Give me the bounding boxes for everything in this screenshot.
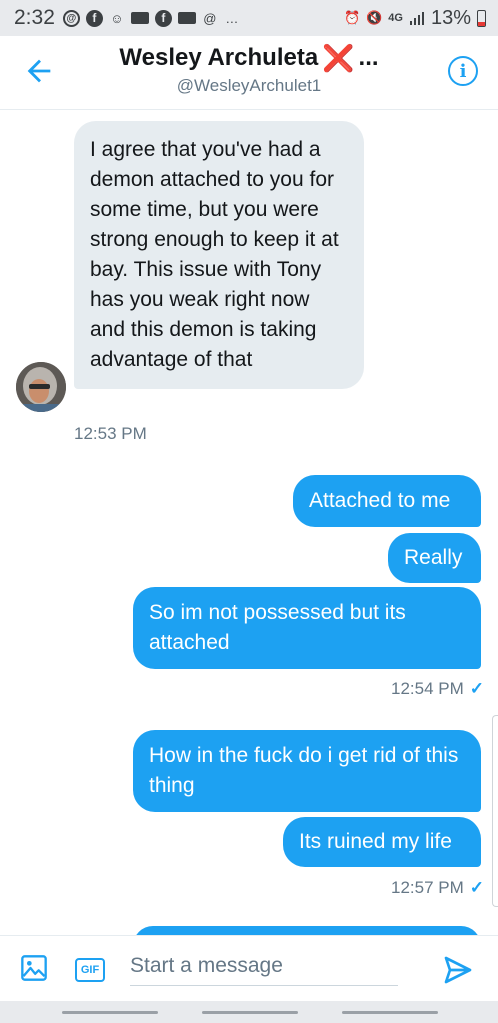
outgoing-timestamp: 12:54 PM ✓: [391, 679, 484, 699]
battery-icon: [477, 9, 486, 27]
more-notifications-icon: …: [225, 10, 239, 26]
message-input[interactable]: [130, 946, 398, 986]
message-composer: GIF: [0, 935, 498, 1001]
video-camera-icon-2: [177, 12, 196, 24]
conversation-title: Wesley Archuleta ❌ ...: [119, 44, 378, 72]
alarm-icon: ⏰: [344, 10, 361, 25]
info-icon[interactable]: i: [448, 56, 478, 86]
network-type: 4G: [388, 12, 403, 24]
image-icon[interactable]: [20, 954, 48, 982]
read-check-icon: ✓: [469, 679, 484, 698]
system-nav-bar: [0, 1001, 498, 1023]
status-bar: 2:32 @ f ☺ f @ … ⏰ 🔇 4G 13%: [0, 0, 498, 36]
video-camera-icon: [130, 12, 149, 24]
incoming-message[interactable]: I agree that you've had a demon attached…: [74, 121, 364, 389]
title-block[interactable]: Wesley Archuleta ❌ ... @WesleyArchulet1: [0, 44, 498, 96]
incoming-timestamp: 12:53 PM: [74, 424, 147, 443]
cross-mark-emoji: ❌: [322, 43, 355, 73]
nav-recents-button[interactable]: [62, 1011, 158, 1014]
contact-avatar[interactable]: [16, 362, 66, 412]
outgoing-message[interactable]: How in the fuck do i get rid of this thi…: [133, 730, 481, 812]
timestamp-text: 12:57 PM: [390, 878, 464, 897]
send-icon[interactable]: [442, 954, 474, 986]
mute-icon: 🔇: [366, 10, 383, 25]
avatar-photo: [16, 362, 66, 412]
facebook-icon-2: f: [154, 9, 172, 27]
nav-back-button[interactable]: [342, 1011, 438, 1014]
system-indicators: ⏰ 🔇 4G 13%: [344, 0, 486, 36]
signal-icon: [409, 12, 424, 25]
title-ellipsis: ...: [358, 44, 379, 71]
conversation-header: Wesley Archuleta ❌ ... @WesleyArchulet1 …: [0, 36, 498, 110]
read-check-icon: ✓: [469, 878, 484, 897]
facebook-icon: f: [85, 9, 103, 27]
profile-icon: ☺: [110, 10, 124, 26]
contact-handle: @WesleyArchulet1: [176, 76, 322, 95]
outgoing-timestamp: 12:57 PM ✓: [391, 878, 484, 898]
timestamp-text: 12:54 PM: [390, 679, 464, 698]
at-circle-icon: @: [62, 9, 80, 27]
outgoing-message[interactable]: Really: [388, 533, 481, 583]
outgoing-message[interactable]: Its ruined my life: [283, 817, 481, 867]
outgoing-message[interactable]: Attached to me: [293, 475, 481, 527]
contact-name: Wesley Archuleta: [119, 44, 319, 71]
gif-button[interactable]: GIF: [75, 958, 105, 982]
notification-icons: @ f ☺ f @ …: [62, 9, 240, 27]
status-time: 2:32: [14, 6, 55, 29]
outgoing-message[interactable]: So im not possessed but its attached: [133, 587, 481, 669]
nav-home-button[interactable]: [202, 1011, 298, 1014]
at-sign-icon: @: [203, 10, 217, 26]
battery-percent: 13%: [430, 6, 471, 29]
scrollbar[interactable]: [492, 715, 498, 907]
